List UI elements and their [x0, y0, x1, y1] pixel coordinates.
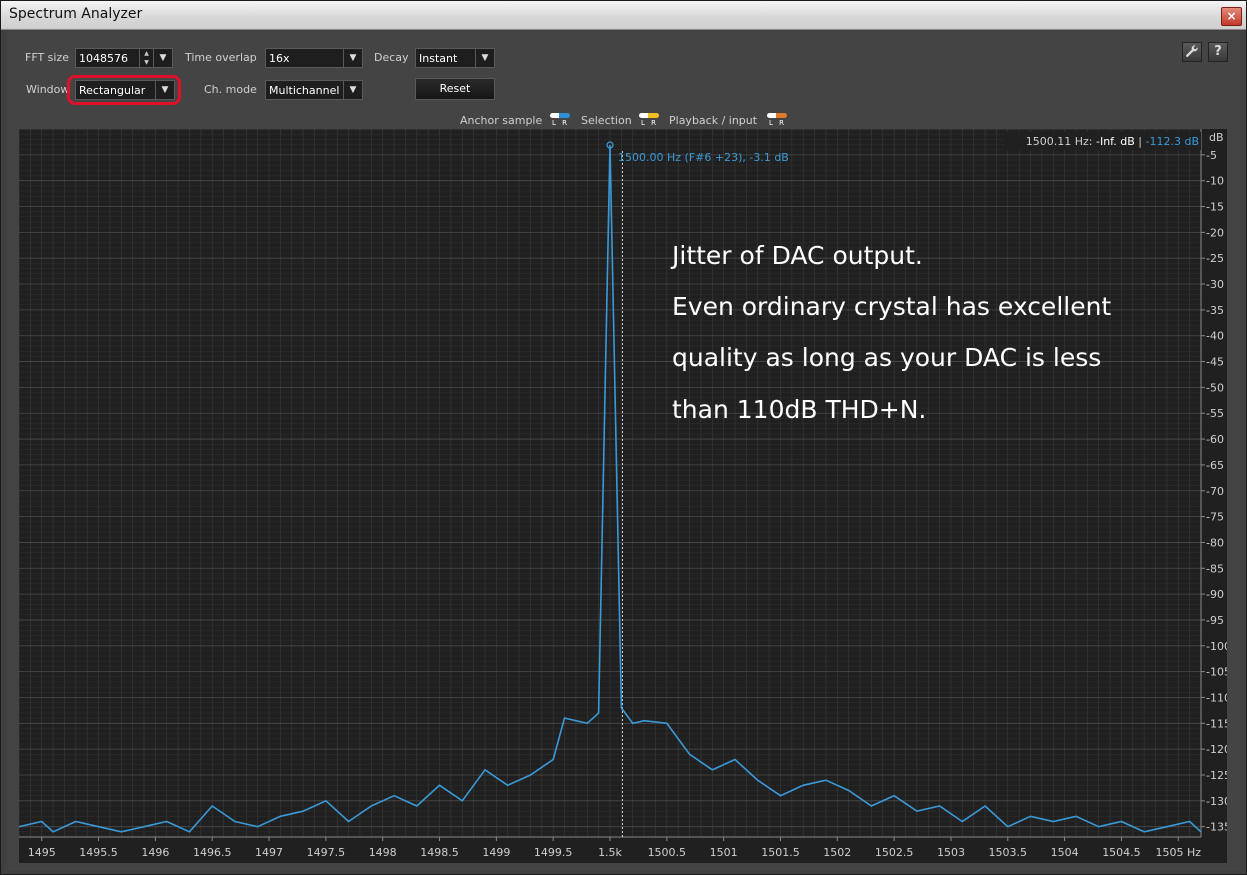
annotation-line-4: than 110dB THD+N. [672, 395, 927, 424]
fft-size-label: FFT size [25, 51, 70, 64]
chevron-down-icon[interactable]: ▼ [475, 49, 494, 67]
x-tick-label: 1495 [28, 846, 56, 859]
y-tick-label: -40 [1206, 330, 1224, 343]
x-tick-label: 1503.5 [989, 846, 1028, 859]
x-tick-label: 1502 [823, 846, 851, 859]
title-bar[interactable]: Spectrum Analyzer × [1, 1, 1246, 30]
y-tick-label: -85 [1206, 562, 1224, 575]
y-tick-label: -65 [1206, 459, 1224, 472]
chevron-down-icon[interactable]: ▼ [343, 49, 362, 67]
y-tick-label: -100 [1206, 640, 1227, 653]
legend-playback-label: Playback / input [669, 114, 758, 127]
y-tick-label: -75 [1206, 511, 1224, 524]
y-tick-label: -5 [1206, 149, 1217, 162]
x-tick-label: 1496.5 [193, 846, 232, 859]
ch-mode-value: Multichannel [269, 84, 340, 97]
legend-playback-swatch[interactable]: L R [767, 113, 787, 127]
x-tick-label: 1499.5 [534, 846, 573, 859]
x-tick-label: 1498 [369, 846, 397, 859]
x-tick-label: 1503 [937, 846, 965, 859]
ch-mode-select[interactable]: Multichannel ▼ [265, 80, 363, 100]
close-button[interactable]: × [1221, 7, 1242, 26]
readout-value: -Inf. dB [1096, 135, 1135, 148]
readout-freq: 1500.11 Hz: [1026, 135, 1093, 148]
y-tick-label: -95 [1206, 614, 1224, 627]
ch-mode-label: Ch. mode [204, 83, 257, 96]
reset-button[interactable]: Reset [415, 78, 495, 100]
y-tick-label: -45 [1206, 356, 1224, 369]
spectrum-analyzer-window: Spectrum Analyzer × FFT size 1048576 ▲ ▼ … [0, 0, 1247, 875]
svg-text:1500.11 Hz: -Inf. dB | -112.3: 1500.11 Hz: -Inf. dB | -112.3 dB [1026, 135, 1199, 148]
x-tick-label: 1505 Hz [1155, 846, 1201, 859]
legend-selection-label: Selection [581, 114, 632, 127]
question-icon[interactable]: ? [1208, 42, 1228, 62]
y-tick-label: -125 [1206, 769, 1227, 782]
legend-anchor-label: Anchor sample [460, 114, 543, 127]
annotation-line-1: Jitter of DAC output. [672, 241, 923, 270]
y-tick-label: -105 [1206, 666, 1227, 679]
fft-size-value: 1048576 [79, 52, 128, 65]
wrench-icon-glyph [1186, 45, 1198, 57]
cursor-readout: 1500.11 Hz: -Inf. dB | -112.3 dB [1005, 132, 1201, 150]
x-tick-label: 1500.5 [648, 846, 687, 859]
y-tick-label: -50 [1206, 381, 1224, 394]
y-tick-label: -115 [1206, 717, 1227, 730]
annotation-line-2: Even ordinary crystal has excellent [672, 292, 1112, 321]
x-tick-label: 1499 [482, 846, 510, 859]
peak-label: 1500.00 Hz (F#6 +23), -3.1 dB [618, 151, 789, 164]
y-tick-label: -20 [1206, 226, 1224, 239]
window-label: Window [26, 83, 70, 96]
time-overlap-select[interactable]: 16x ▼ [265, 48, 363, 68]
x-tick-label: 1.5k [598, 846, 622, 859]
x-tick-label: 1496 [141, 846, 169, 859]
x-tick-label: 1502.5 [875, 846, 914, 859]
readout-anchor: -112.3 dB [1146, 135, 1200, 148]
y-tick-label: -70 [1206, 485, 1224, 498]
y-tick-label: -110 [1206, 691, 1227, 704]
window-highlight-annotation [67, 75, 181, 105]
legend-selection-swatch[interactable]: L R [639, 113, 659, 127]
y-tick-label: -15 [1206, 201, 1224, 214]
x-tick-label: 1504 [1051, 846, 1079, 859]
time-overlap-value: 16x [269, 52, 290, 65]
x-tick-label: 1504.5 [1102, 846, 1141, 859]
readout-sep: | [1138, 135, 1142, 148]
annotation-line-3: quality as long as your DAC is less [672, 343, 1102, 372]
x-tick-label: 1497 [255, 846, 283, 859]
x-tick-label: 1501.5 [761, 846, 800, 859]
chevron-down-icon[interactable]: ▼ [343, 81, 362, 99]
y-tick-label: -80 [1206, 536, 1224, 549]
decay-select[interactable]: Instant ▼ [415, 48, 495, 68]
legend-anchor-swatch[interactable]: L R [550, 113, 570, 127]
y-tick-label: -30 [1206, 278, 1224, 291]
x-tick-label: 1497.5 [307, 846, 346, 859]
y-tick-label: -90 [1206, 588, 1224, 601]
time-overlap-label: Time overlap [185, 51, 257, 64]
y-tick-label: -55 [1206, 407, 1224, 420]
decay-value: Instant [419, 52, 458, 65]
y-tick-label: -35 [1206, 304, 1224, 317]
wrench-icon[interactable] [1182, 42, 1202, 62]
x-tick-label: 1495.5 [79, 846, 118, 859]
window-title: Spectrum Analyzer [9, 6, 143, 22]
y-tick-label: -10 [1206, 175, 1224, 188]
y-tick-label: -130 [1206, 795, 1227, 808]
x-tick-label: 1501 [710, 846, 738, 859]
x-tick-label: 1498.5 [420, 846, 459, 859]
y-tick-label: -120 [1206, 743, 1227, 756]
y-tick-label: -25 [1206, 252, 1224, 265]
y-unit-label: dB [1209, 131, 1224, 144]
chevron-down-icon[interactable]: ▼ [153, 49, 172, 67]
y-tick-label: -135 [1206, 821, 1227, 834]
fft-size-select[interactable]: 1048576 ▲ ▼ ▼ [75, 48, 173, 68]
decay-label: Decay [374, 51, 409, 64]
y-tick-label: -60 [1206, 433, 1224, 446]
spectrum-chart[interactable]: -5 -10 -15 -20 -25 -30 -35 -40 -45 -50 -55 -60 -65 -7… [19, 129, 1227, 863]
fft-size-stepper[interactable]: ▲ ▼ [139, 49, 153, 67]
